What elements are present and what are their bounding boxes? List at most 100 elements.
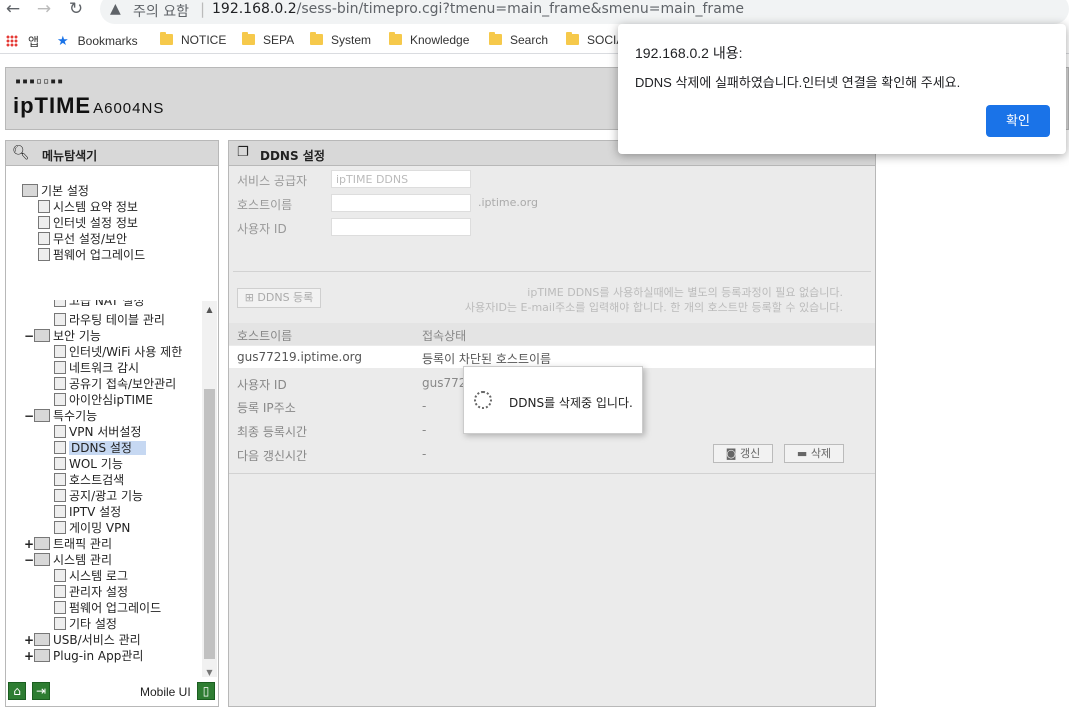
home-icon[interactable]: ⌂ <box>8 682 26 700</box>
menu-item-internet-limit[interactable]: 인터넷/WiFi 사용 제한 <box>54 345 182 360</box>
upgrade-icon <box>38 248 50 261</box>
menu-group-plugin[interactable]: + Plug-in App관리 <box>24 649 143 664</box>
detail-user-value: gus772 <box>422 376 467 390</box>
divider <box>233 271 871 272</box>
menu-item-internet-info[interactable]: 인터넷 설정 정보 <box>38 216 138 231</box>
menu-footer: ⌂ ⇥ Mobile UI ▯ <box>6 679 218 706</box>
folder-icon <box>310 32 323 45</box>
bookmark-social[interactable]: SOCIA <box>566 32 624 47</box>
scroll-thumb[interactable] <box>204 389 215 659</box>
page-icon <box>54 457 66 470</box>
chart-icon <box>38 200 50 213</box>
col-hostname: 호스트이름 <box>237 329 293 343</box>
menu-item-firmware[interactable]: 펌웨어 업그레이드 <box>38 248 145 263</box>
menu-item-routing[interactable]: 라우팅 테이블 관리 <box>54 313 165 328</box>
dialog-message: DDNS 삭제에 실패하였습니다.인터넷 연결을 확인해 주세요. <box>635 75 961 90</box>
warning-icon[interactable]: ▲ <box>110 1 121 17</box>
menu-item-child-safe[interactable]: 아이안심ipTIME <box>54 393 153 408</box>
system-icon <box>34 553 50 566</box>
scroll-up-arrow-icon[interactable]: ▲ <box>202 305 217 314</box>
usb-icon <box>34 633 50 646</box>
menu-group-traffic[interactable]: + 트래픽 관리 <box>24 537 112 552</box>
bookmark-apps[interactable]: 앱 <box>6 33 39 50</box>
refresh-button[interactable]: ◙ 갱신 <box>713 444 773 463</box>
menu-explorer-header: 🔍︎ 메뉴탐색기 <box>6 141 218 166</box>
window-icon: ❐ <box>237 145 249 160</box>
menu-scrollbar[interactable]: ▲ ▼ <box>202 301 217 677</box>
reload-icon[interactable]: ↻ <box>66 0 86 20</box>
table-row[interactable]: gus77219.iptime.org 등록이 차단된 호스트이름 <box>229 346 875 368</box>
menu-group-basic[interactable]: 기본 설정 <box>22 184 89 199</box>
url-text[interactable]: 192.168.0.2/sess-bin/timepro.cgi?tmenu=m… <box>212 1 744 17</box>
alert-dialog: 192.168.0.2 내용: DDNS 삭제에 실패하였습니다.인터넷 연결을… <box>618 24 1066 154</box>
page-icon <box>54 521 66 534</box>
hostname-input[interactable] <box>331 194 471 212</box>
menu-item-access-security[interactable]: 공유기 접속/보안관리 <box>54 377 176 392</box>
logo-dots: ▪▪▪▫▫▪▪ <box>15 76 65 87</box>
divider <box>229 473 875 474</box>
page-icon <box>54 441 66 454</box>
folder-icon <box>489 32 502 45</box>
mobile-ui-label[interactable]: Mobile UI <box>140 685 191 699</box>
loading-popup: DDNS를 삭제중 입니다. <box>463 366 643 434</box>
spinner-icon <box>474 391 492 409</box>
page-icon <box>54 313 66 326</box>
menu-item-system-log[interactable]: 시스템 로그 <box>54 569 128 584</box>
menu-item-network-watch[interactable]: 네트워크 감시 <box>54 361 139 376</box>
page-icon <box>54 601 66 614</box>
bookmark-knowledge[interactable]: Knowledge <box>389 32 469 47</box>
address-bar: ← → ↻ ▲ 주의 요함 | 192.168.0.2/sess-bin/tim… <box>0 0 1069 24</box>
menu-item-wireless[interactable]: 무선 설정/보안 <box>38 232 127 247</box>
folder-icon <box>22 184 38 197</box>
page-icon <box>54 585 66 598</box>
menu-item-vpn-server[interactable]: VPN 서버설정 <box>54 425 141 440</box>
folder-icon <box>389 32 402 45</box>
detail-ip-label: 등록 IP주소 <box>237 401 296 415</box>
user-id-input[interactable] <box>331 218 471 236</box>
row-status: 등록이 차단된 호스트이름 <box>422 352 552 366</box>
menu-group-system[interactable]: − 시스템 관리 <box>24 553 112 568</box>
menu-item-ddns[interactable]: DDNS 설정 <box>54 441 146 456</box>
scroll-down-arrow-icon[interactable]: ▼ <box>202 668 217 677</box>
detail-next-label: 다음 갱신시간 <box>237 449 308 463</box>
menu-item-system-summary[interactable]: 시스템 요약 정보 <box>38 200 138 215</box>
menu-item-iptv[interactable]: IPTV 설정 <box>54 505 121 520</box>
security-warning[interactable]: 주의 요함 <box>133 1 189 21</box>
traffic-chart-icon <box>34 537 50 550</box>
bookmark-bookmarks[interactable]: ★ Bookmarks <box>57 33 138 49</box>
menu-item-admin[interactable]: 관리자 설정 <box>54 585 128 600</box>
menu-item-host-search[interactable]: 호스트검색 <box>54 473 124 488</box>
page-icon <box>54 617 66 630</box>
info-text-1: ipTIME DDNS를 사용하실때에는 별도의 등록과정이 필요 없습니다. <box>527 286 843 299</box>
folder-icon <box>566 32 579 45</box>
bookmark-search[interactable]: Search <box>489 32 548 47</box>
back-icon[interactable]: ← <box>3 0 23 20</box>
menu-item-advanced-nat[interactable]: 고급 NAT 설정 <box>54 300 144 309</box>
mobile-phone-icon[interactable]: ▯ <box>197 682 215 700</box>
apps-grid-icon <box>6 35 18 47</box>
bookmark-system[interactable]: System <box>310 32 371 47</box>
menu-item-gaming-vpn[interactable]: 게이밍 VPN <box>54 521 130 536</box>
ddns-register-button[interactable]: ⊞ DDNS 등록 <box>237 288 321 308</box>
ddns-title: DDNS 설정 <box>260 149 325 163</box>
menu-group-security[interactable]: − 보안 기능 <box>24 329 101 344</box>
dialog-title: 192.168.0.2 내용: <box>635 45 743 61</box>
provider-select[interactable]: ipTIME DDNS <box>331 170 471 188</box>
menu-group-usb[interactable]: + USB/서비스 관리 <box>24 633 141 648</box>
menu-group-special[interactable]: − 특수기능 <box>24 409 97 424</box>
delete-button[interactable]: ▬ 삭제 <box>784 444 844 463</box>
menu-item-firmware-upgrade[interactable]: 펌웨어 업그레이드 <box>54 601 161 616</box>
ok-button[interactable]: 확인 <box>986 105 1050 137</box>
menu-item-wol[interactable]: WOL 기능 <box>54 457 123 472</box>
page-icon <box>54 361 66 374</box>
bookmark-sepa[interactable]: SEPA <box>242 32 294 47</box>
hostname-suffix: .iptime.org <box>478 196 538 209</box>
logout-icon[interactable]: ⇥ <box>32 682 50 700</box>
forward-icon[interactable]: → <box>34 0 54 20</box>
menu-item-other-settings[interactable]: 기타 설정 <box>54 617 117 632</box>
magnifier-icon: 🔍︎ <box>12 145 30 161</box>
loading-message: DDNS를 삭제중 입니다. <box>509 396 633 410</box>
detail-ip-value: - <box>422 399 427 413</box>
bookmark-notice[interactable]: NOTICE <box>160 32 226 47</box>
menu-item-notice-ad[interactable]: 공지/광고 기능 <box>54 489 143 504</box>
